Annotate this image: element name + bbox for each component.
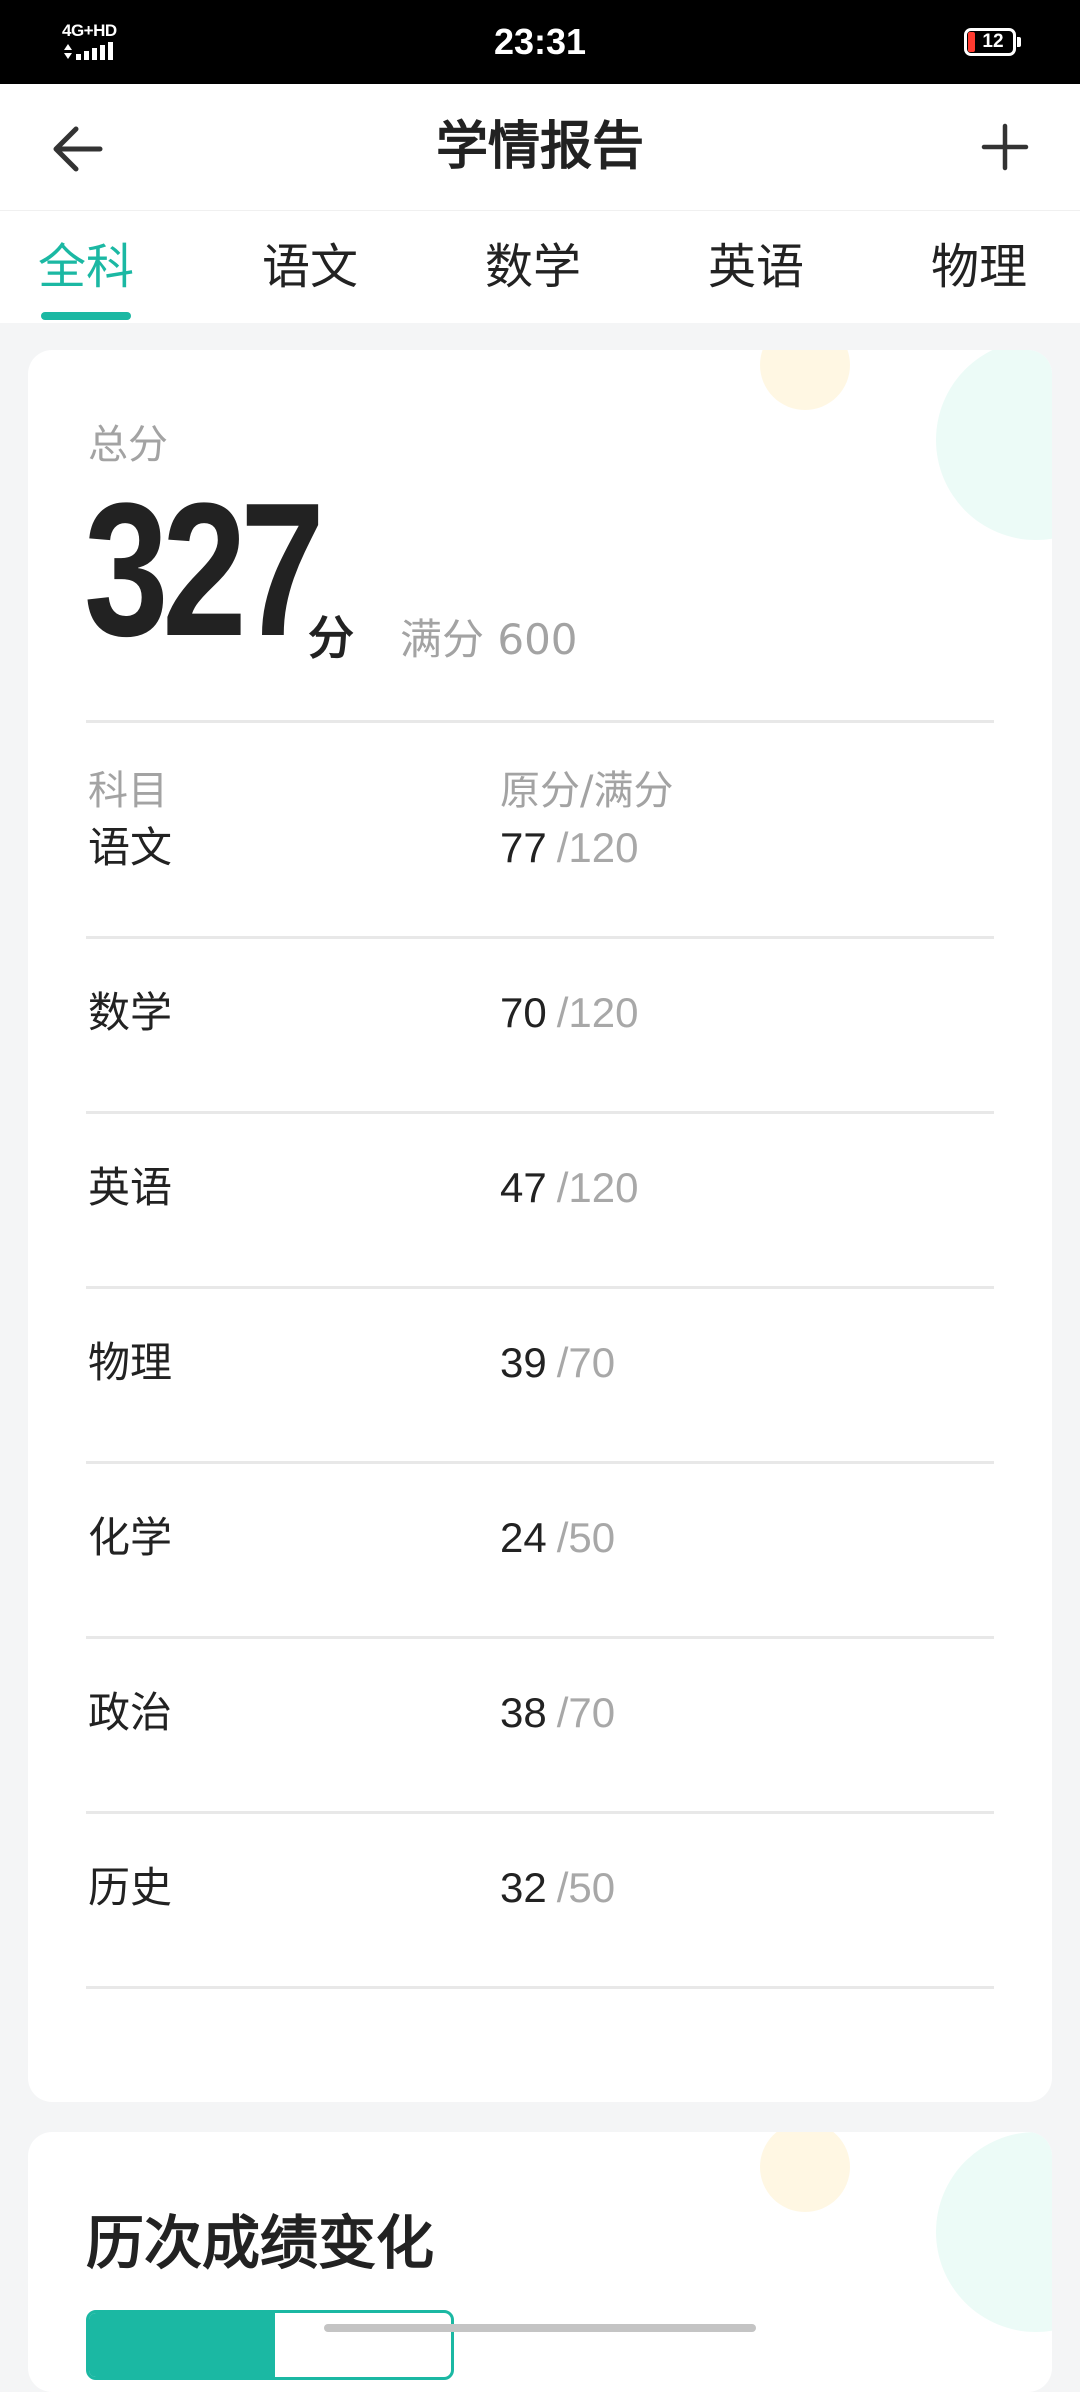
subject-name: 语文 (88, 823, 173, 872)
tab-english[interactable]: 英语 (666, 211, 846, 323)
clock: 23:31 (493, 21, 587, 62)
table-row: 数学 70/120 (86, 939, 994, 1114)
battery-icon: 12 (964, 28, 1022, 56)
network-indicator: 4G+HD (62, 22, 132, 62)
subject-score: 39 (500, 1339, 547, 1386)
table-row: 语文 77/120 (86, 818, 994, 939)
subject-full-mark: /120 (556, 1164, 639, 1211)
subject-score: 32 (500, 1864, 547, 1911)
history-view-toggle[interactable] (86, 2310, 454, 2380)
add-button[interactable] (970, 112, 1040, 182)
total-score-label: 总分 (88, 422, 168, 468)
decor-circle (936, 350, 1052, 540)
tab-math[interactable]: 数学 (443, 211, 623, 323)
subject-score: 70 (500, 989, 547, 1036)
app-header: 学情报告 (0, 84, 1080, 210)
network-label: 4G+HD (62, 21, 117, 40)
decor-circle (936, 2132, 1052, 2332)
section-title: 历次成绩变化 (86, 2209, 435, 2277)
tab-all[interactable]: 全科 (0, 211, 176, 323)
subject-full-mark: /70 (556, 1689, 616, 1736)
subject-score-cell: 24/50 (500, 1508, 615, 1568)
subject-full-mark: /70 (556, 1339, 616, 1386)
decor-circle (760, 350, 850, 410)
subject-score: 24 (500, 1514, 547, 1561)
total-score-card: 总分 327 分 满分 600 科目 原分/满分 语文 77/120 数学 70… (28, 350, 1052, 2102)
subject-full-mark: /120 (556, 989, 639, 1036)
subject-score: 47 (500, 1164, 547, 1211)
table-row: 物理 39/70 (86, 1289, 994, 1464)
subject-name: 英语 (88, 1163, 173, 1212)
tab-physics[interactable]: 物理 (889, 211, 1069, 323)
subject-score-list: 语文 77/120 数学 70/120 英语 47/120 物理 39/70 化… (86, 818, 994, 1989)
page-title: 学情报告 (435, 117, 644, 177)
battery-tip (1017, 37, 1021, 47)
divider (86, 720, 994, 723)
back-button[interactable] (44, 114, 114, 184)
subject-name: 政治 (88, 1688, 173, 1737)
subject-full-mark: /50 (556, 1514, 616, 1561)
battery-percent: 12 (982, 31, 1004, 52)
score-history-card: 历次成绩变化 (28, 2132, 1052, 2392)
subject-score-cell: 70/120 (500, 983, 638, 1043)
status-bar: 4G+HD 23:31 12 (0, 0, 1080, 84)
subject-score-cell: 32/50 (500, 1858, 615, 1918)
column-header-subject: 科目 (88, 768, 168, 814)
subject-full-mark: /50 (556, 1864, 616, 1911)
total-score-value: 327 (84, 464, 325, 676)
full-mark: 满分 600 (400, 615, 578, 664)
subject-tabs: 全科 语文 数学 英语 物理 (0, 210, 1080, 323)
subject-full-mark: /120 (556, 824, 639, 871)
home-indicator[interactable] (324, 2324, 756, 2332)
arrow-left-icon (53, 126, 103, 172)
toggle-option-selected[interactable] (89, 2313, 275, 2377)
subject-score-cell: 77/120 (500, 818, 638, 878)
subject-name: 化学 (88, 1513, 173, 1562)
tab-chinese[interactable]: 语文 (220, 211, 400, 323)
table-row: 历史 32/50 (86, 1814, 994, 1989)
active-tab-indicator (41, 312, 131, 320)
subject-name: 数学 (88, 988, 173, 1037)
total-score-unit: 分 (308, 611, 354, 665)
table-row: 英语 47/120 (86, 1114, 994, 1289)
subject-name: 物理 (88, 1338, 173, 1387)
table-row: 化学 24/50 (86, 1464, 994, 1639)
decor-circle (760, 2132, 850, 2212)
signal-icon (64, 42, 113, 60)
column-header-score: 原分/满分 (500, 768, 674, 814)
subject-score: 77 (500, 824, 547, 871)
subject-score-cell: 47/120 (500, 1158, 638, 1218)
subject-score: 38 (500, 1689, 547, 1736)
subject-name: 历史 (88, 1863, 173, 1912)
table-row: 政治 38/70 (86, 1639, 994, 1814)
subject-score-cell: 38/70 (500, 1683, 615, 1743)
plus-icon (981, 123, 1029, 171)
subject-score-cell: 39/70 (500, 1333, 615, 1393)
